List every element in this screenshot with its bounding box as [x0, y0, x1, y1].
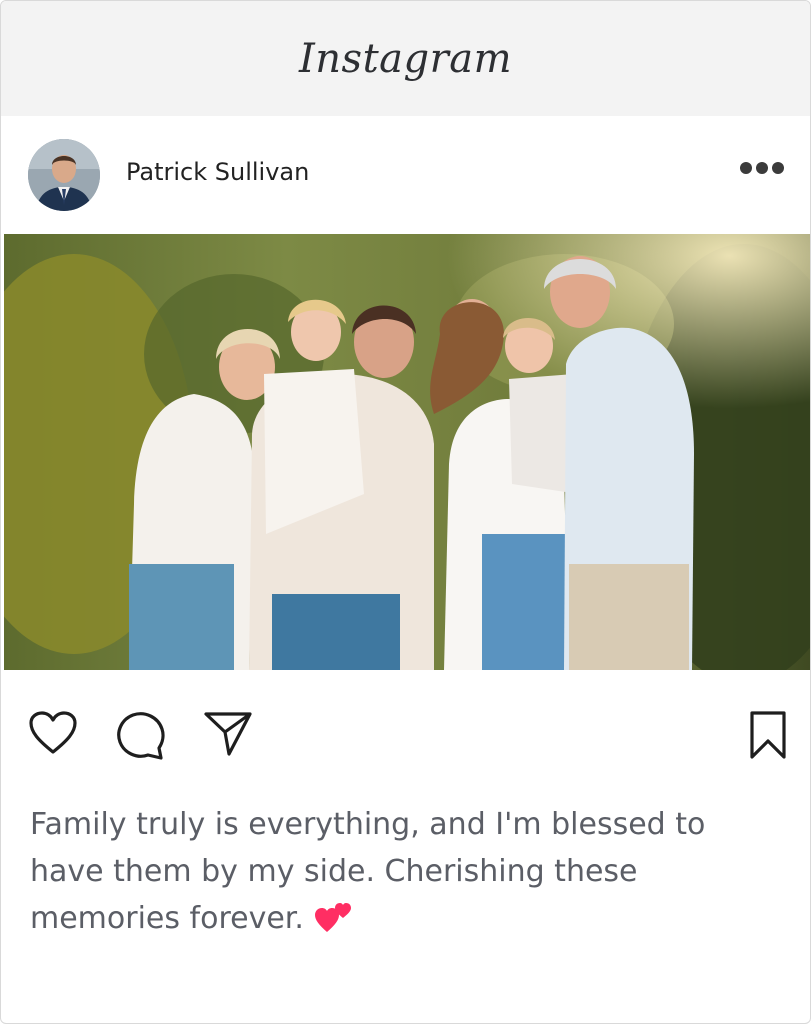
two-hearts-icon — [313, 898, 353, 934]
post-photo[interactable] — [4, 234, 810, 670]
like-heart-icon[interactable] — [28, 710, 78, 760]
post-actions — [1, 670, 810, 790]
share-icon[interactable] — [203, 710, 253, 762]
post-author-name[interactable]: Patrick Sullivan — [126, 158, 309, 186]
bookmark-icon[interactable] — [749, 710, 787, 764]
more-options-icon[interactable] — [740, 162, 784, 174]
avatar-image — [28, 139, 100, 211]
avatar[interactable] — [28, 139, 100, 211]
more-dot — [756, 162, 768, 174]
app-header: Instagram — [1, 1, 810, 116]
more-dot — [740, 162, 752, 174]
post-header: Patrick Sullivan — [1, 116, 810, 234]
more-dot — [772, 162, 784, 174]
caption-text: Family truly is everything, and I'm bles… — [30, 807, 706, 936]
family-photo-illustration — [4, 234, 810, 670]
post-caption: Family truly is everything, and I'm bles… — [30, 801, 770, 942]
instagram-logo[interactable]: Instagram — [299, 36, 512, 82]
comment-icon[interactable] — [116, 710, 166, 764]
instagram-post-card: Instagram Patrick Sullivan Family truly … — [0, 0, 811, 1024]
